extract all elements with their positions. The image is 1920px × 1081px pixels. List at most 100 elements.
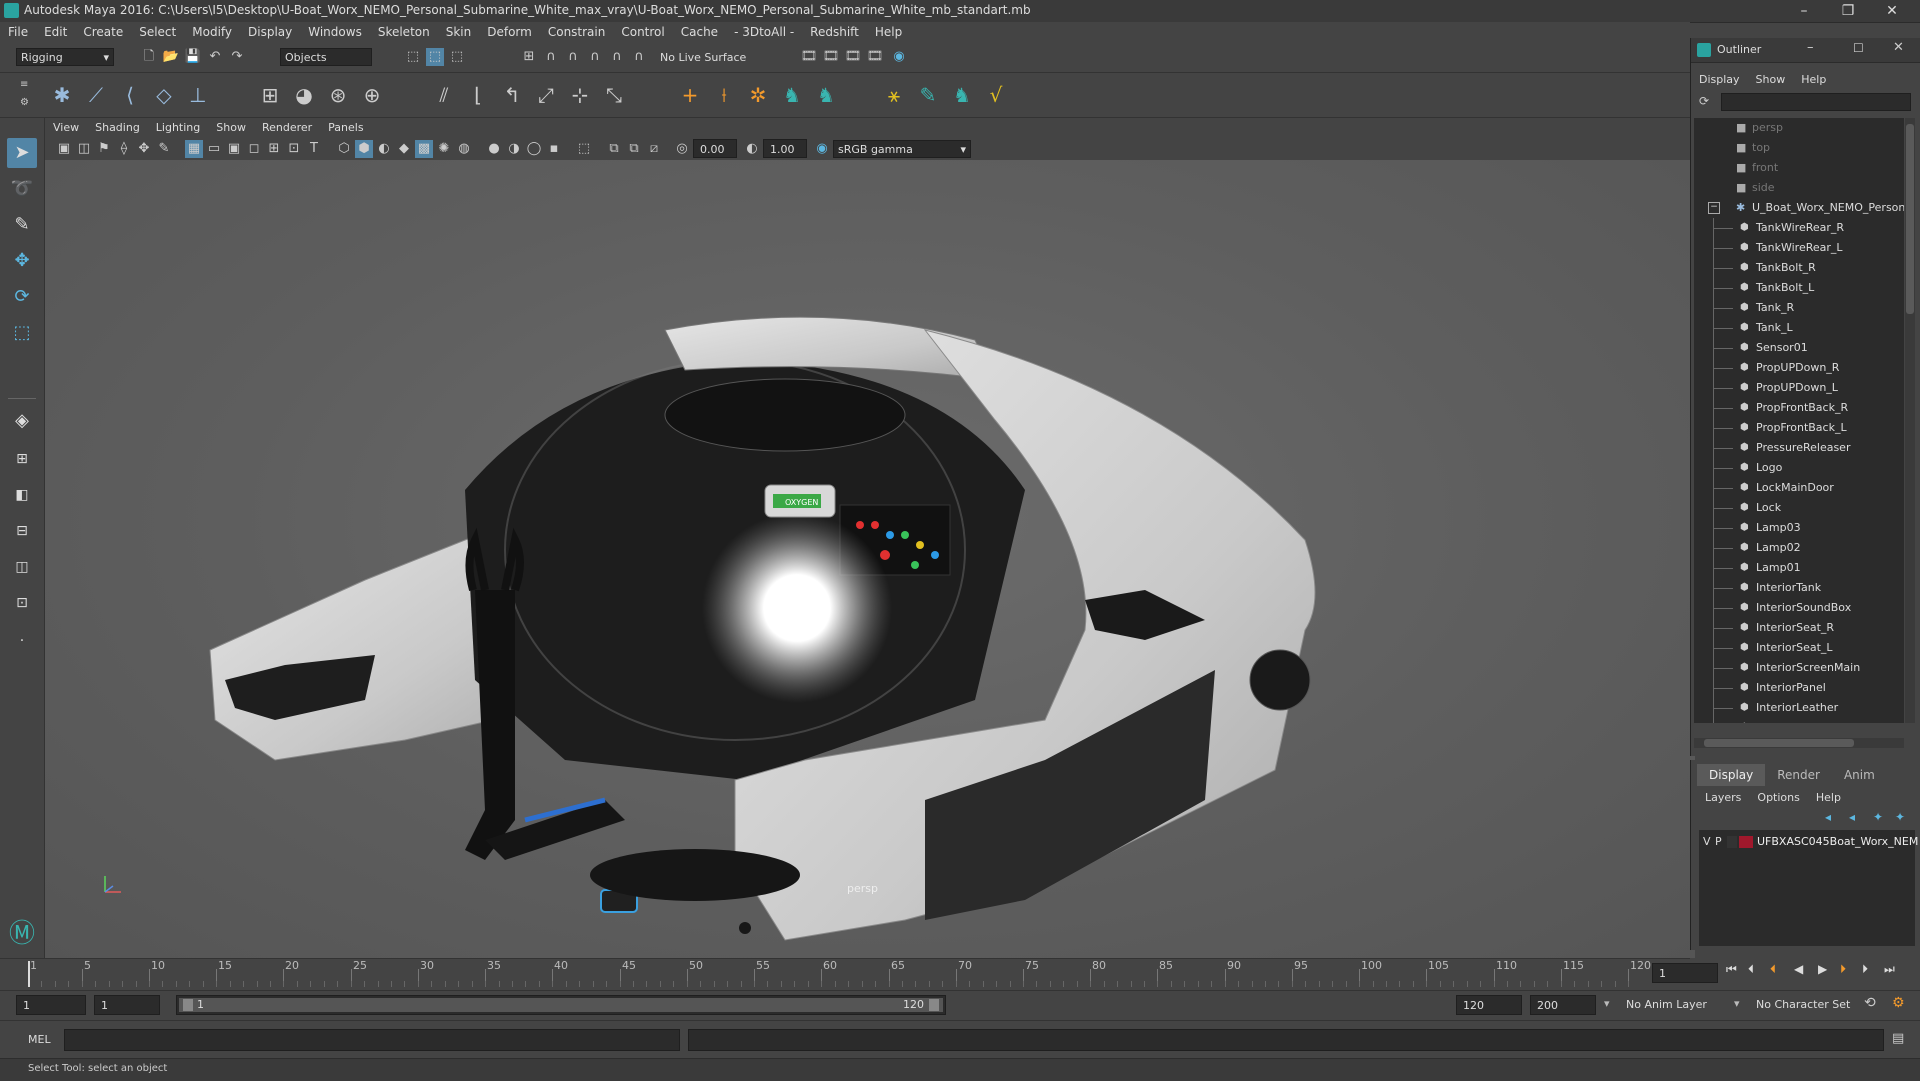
vp-menu-renderer[interactable]: Renderer bbox=[254, 118, 320, 138]
mirror-joint-icon[interactable]: ⊥ bbox=[184, 81, 212, 109]
outliner-mesh-item[interactable]: ⬢ PressureReleaser bbox=[1694, 438, 1904, 458]
default-material-icon[interactable]: ◐ bbox=[375, 140, 393, 158]
outliner-mesh-item[interactable]: ⬢ TankBolt_L bbox=[1694, 278, 1904, 298]
refresh-icon[interactable]: ⟳ bbox=[1699, 94, 1709, 108]
outliner-mesh-item[interactable]: ⬢ TankBolt_R bbox=[1694, 258, 1904, 278]
hik-icon[interactable]: ♞ bbox=[778, 81, 806, 109]
color-space-dropdown[interactable]: sRGB gamma ▾ bbox=[833, 140, 971, 158]
parent-constraint-icon[interactable]: ⊹ bbox=[566, 81, 594, 109]
vp-menu-view[interactable]: View bbox=[45, 118, 87, 138]
use-all-lights-icon[interactable]: ✺ bbox=[435, 140, 453, 158]
tab-display[interactable]: Display bbox=[1697, 764, 1766, 786]
quick-rig-icon[interactable]: ✎ bbox=[914, 81, 942, 109]
cluster-icon[interactable]: ⊕ bbox=[358, 81, 386, 109]
outliner-mesh-item[interactable]: ⬢ PropFrontBack_L bbox=[1694, 418, 1904, 438]
move-layer-down-icon[interactable]: ◂ bbox=[1849, 810, 1855, 824]
select-tool-icon[interactable]: ➤ bbox=[7, 138, 37, 168]
isolate-select-icon[interactable]: ⬚ bbox=[575, 140, 593, 158]
outliner-mesh-item[interactable]: ⬢ Lamp02 bbox=[1694, 538, 1904, 558]
script-editor-icon[interactable]: ▤ bbox=[1892, 1031, 1904, 1046]
outliner-mesh-item[interactable]: ⬢ PropUPDown_R bbox=[1694, 358, 1904, 378]
menu-create[interactable]: Create bbox=[75, 22, 131, 42]
step-back-icon[interactable]: ⏴ bbox=[1748, 962, 1754, 977]
outliner-mesh-item[interactable]: ⬢ InteriorSeat_L bbox=[1694, 638, 1904, 658]
playback-start-input[interactable]: 1 bbox=[94, 995, 160, 1015]
range-slider[interactable]: 1 120 bbox=[176, 995, 946, 1015]
range-end-grip[interactable] bbox=[929, 999, 939, 1011]
tab-render[interactable]: Render bbox=[1765, 764, 1832, 786]
outliner-camera-item[interactable]: ■ side bbox=[1694, 178, 1904, 198]
locator-icon[interactable]: + bbox=[676, 81, 704, 109]
textured-icon[interactable]: ▩ bbox=[415, 140, 433, 158]
shadows-icon[interactable]: ◍ bbox=[455, 140, 473, 158]
time-slider[interactable]: 1 5 10 15 20 25 30 35 40 45 50 55 60 65 70 75 80 85 90 95 10… bbox=[0, 958, 1718, 989]
outliner-mesh-item[interactable]: ⬢ Tank_L bbox=[1694, 318, 1904, 338]
layer-menu-help[interactable]: Help bbox=[1808, 788, 1849, 808]
xray-joints-icon[interactable]: ⧉ bbox=[625, 140, 643, 158]
exposure-input[interactable]: 0.00 bbox=[693, 139, 737, 158]
create-character-icon[interactable]: ⚹ bbox=[880, 81, 908, 109]
vp-menu-show[interactable]: Show bbox=[208, 118, 254, 138]
layer-playback-toggle[interactable]: P bbox=[1715, 833, 1722, 851]
safe-action-icon[interactable]: ⊡ bbox=[285, 140, 303, 158]
close-button[interactable]: ✕ bbox=[1870, 0, 1914, 22]
select-by-object-icon[interactable]: ⬚ bbox=[426, 48, 444, 66]
outliner-mesh-item[interactable]: ⬢ InteriorScreenMain bbox=[1694, 658, 1904, 678]
image-plane-icon[interactable]: ⟠ bbox=[115, 140, 133, 158]
menu-modify[interactable]: Modify bbox=[184, 22, 240, 42]
redo-icon[interactable]: ↷ bbox=[228, 48, 246, 66]
xray-components-icon[interactable]: ⧄ bbox=[645, 140, 663, 158]
outliner-root-item[interactable]: − ✱ U_Boat_Worx_NEMO_Personal bbox=[1694, 198, 1904, 218]
exposure-icon[interactable]: ◎ bbox=[673, 140, 691, 158]
outliner-mesh-item[interactable]: ⬢ PropUPDown_L bbox=[1694, 378, 1904, 398]
anti-aliasing-icon[interactable]: ◯ bbox=[525, 140, 543, 158]
anim-layer-chevron-icon[interactable]: ▾ bbox=[1604, 997, 1610, 1010]
play-backward-icon[interactable]: ◀ bbox=[1794, 962, 1803, 976]
render-settings-icon[interactable]: 🎞 bbox=[800, 48, 818, 66]
step-forward-key-icon[interactable]: ⏵ bbox=[1840, 962, 1846, 977]
live-surface-label[interactable]: No Live Surface bbox=[660, 51, 746, 64]
wireframe-on-shaded-icon[interactable]: ◆ bbox=[395, 140, 413, 158]
menu-windows[interactable]: Windows bbox=[300, 22, 370, 42]
command-language-label[interactable]: MEL bbox=[28, 1033, 51, 1046]
outliner-camera-item[interactable]: ■ persp bbox=[1694, 118, 1904, 138]
outliner-mesh-item[interactable]: ⬢ LockMainDoor bbox=[1694, 478, 1904, 498]
submarine-model[interactable]: OXYGEN bbox=[45, 160, 1695, 958]
persp-graph-layout-icon[interactable]: ⊟ bbox=[7, 516, 37, 546]
snap-point-icon[interactable]: ∩ bbox=[564, 48, 582, 66]
single-perspective-layout-icon[interactable]: ◈ bbox=[7, 406, 37, 436]
outliner-vscroll-thumb[interactable] bbox=[1906, 124, 1914, 314]
anim-layer-dropdown[interactable]: No Anim Layer bbox=[1620, 995, 1730, 1015]
command-input[interactable] bbox=[64, 1029, 680, 1051]
paint-weights-icon[interactable]: ◕ bbox=[290, 81, 318, 109]
snap-curve-icon[interactable]: ∩ bbox=[542, 48, 560, 66]
menu-deform[interactable]: Deform bbox=[479, 22, 540, 42]
scale-tool-icon[interactable]: ⬚ bbox=[7, 318, 37, 348]
outliner-search-input[interactable] bbox=[1721, 93, 1911, 111]
paint-select-tool-icon[interactable]: ✎ bbox=[7, 210, 37, 240]
outliner-camera-item[interactable]: ■ front bbox=[1694, 158, 1904, 178]
film-gate-icon[interactable]: ▭ bbox=[205, 140, 223, 158]
step-forward-icon[interactable]: ⏵ bbox=[1862, 962, 1868, 977]
blend-shape-icon[interactable]: √ bbox=[982, 81, 1010, 109]
outliner-layout-icon[interactable]: ⊡ bbox=[7, 588, 37, 618]
outliner-mesh-item[interactable]: ⬢ InteriorPanel bbox=[1694, 678, 1904, 698]
menu-cache[interactable]: Cache bbox=[673, 22, 726, 42]
hypershade-icon[interactable]: ◉ bbox=[890, 48, 908, 66]
field-chart-icon[interactable]: ⊞ bbox=[265, 140, 283, 158]
outliner-close-button[interactable]: ✕ bbox=[1893, 40, 1904, 55]
camera-attributes-icon[interactable]: ◫ bbox=[75, 140, 93, 158]
menu-help[interactable]: Help bbox=[867, 22, 910, 42]
vp-menu-panels[interactable]: Panels bbox=[320, 118, 371, 138]
gamma-icon[interactable]: ◐ bbox=[743, 140, 761, 158]
outliner-mesh-item[interactable]: ⬢ InteriorSeat_R bbox=[1694, 618, 1904, 638]
orient-constraint-icon[interactable]: ↰ bbox=[498, 81, 526, 109]
move-tool-icon[interactable]: ✥ bbox=[7, 246, 37, 276]
vp-menu-lighting[interactable]: Lighting bbox=[148, 118, 208, 138]
layer-display-type[interactable] bbox=[1727, 836, 1737, 848]
hik-control-icon[interactable]: ♞ bbox=[812, 81, 840, 109]
depth-of-field-icon[interactable]: ▪ bbox=[545, 140, 563, 158]
shelf-menu-icon[interactable]: ≡ bbox=[20, 79, 28, 90]
select-by-hierarchy-icon[interactable]: ⬚ bbox=[404, 48, 422, 66]
layer-visibility-toggle[interactable]: V bbox=[1703, 833, 1711, 851]
